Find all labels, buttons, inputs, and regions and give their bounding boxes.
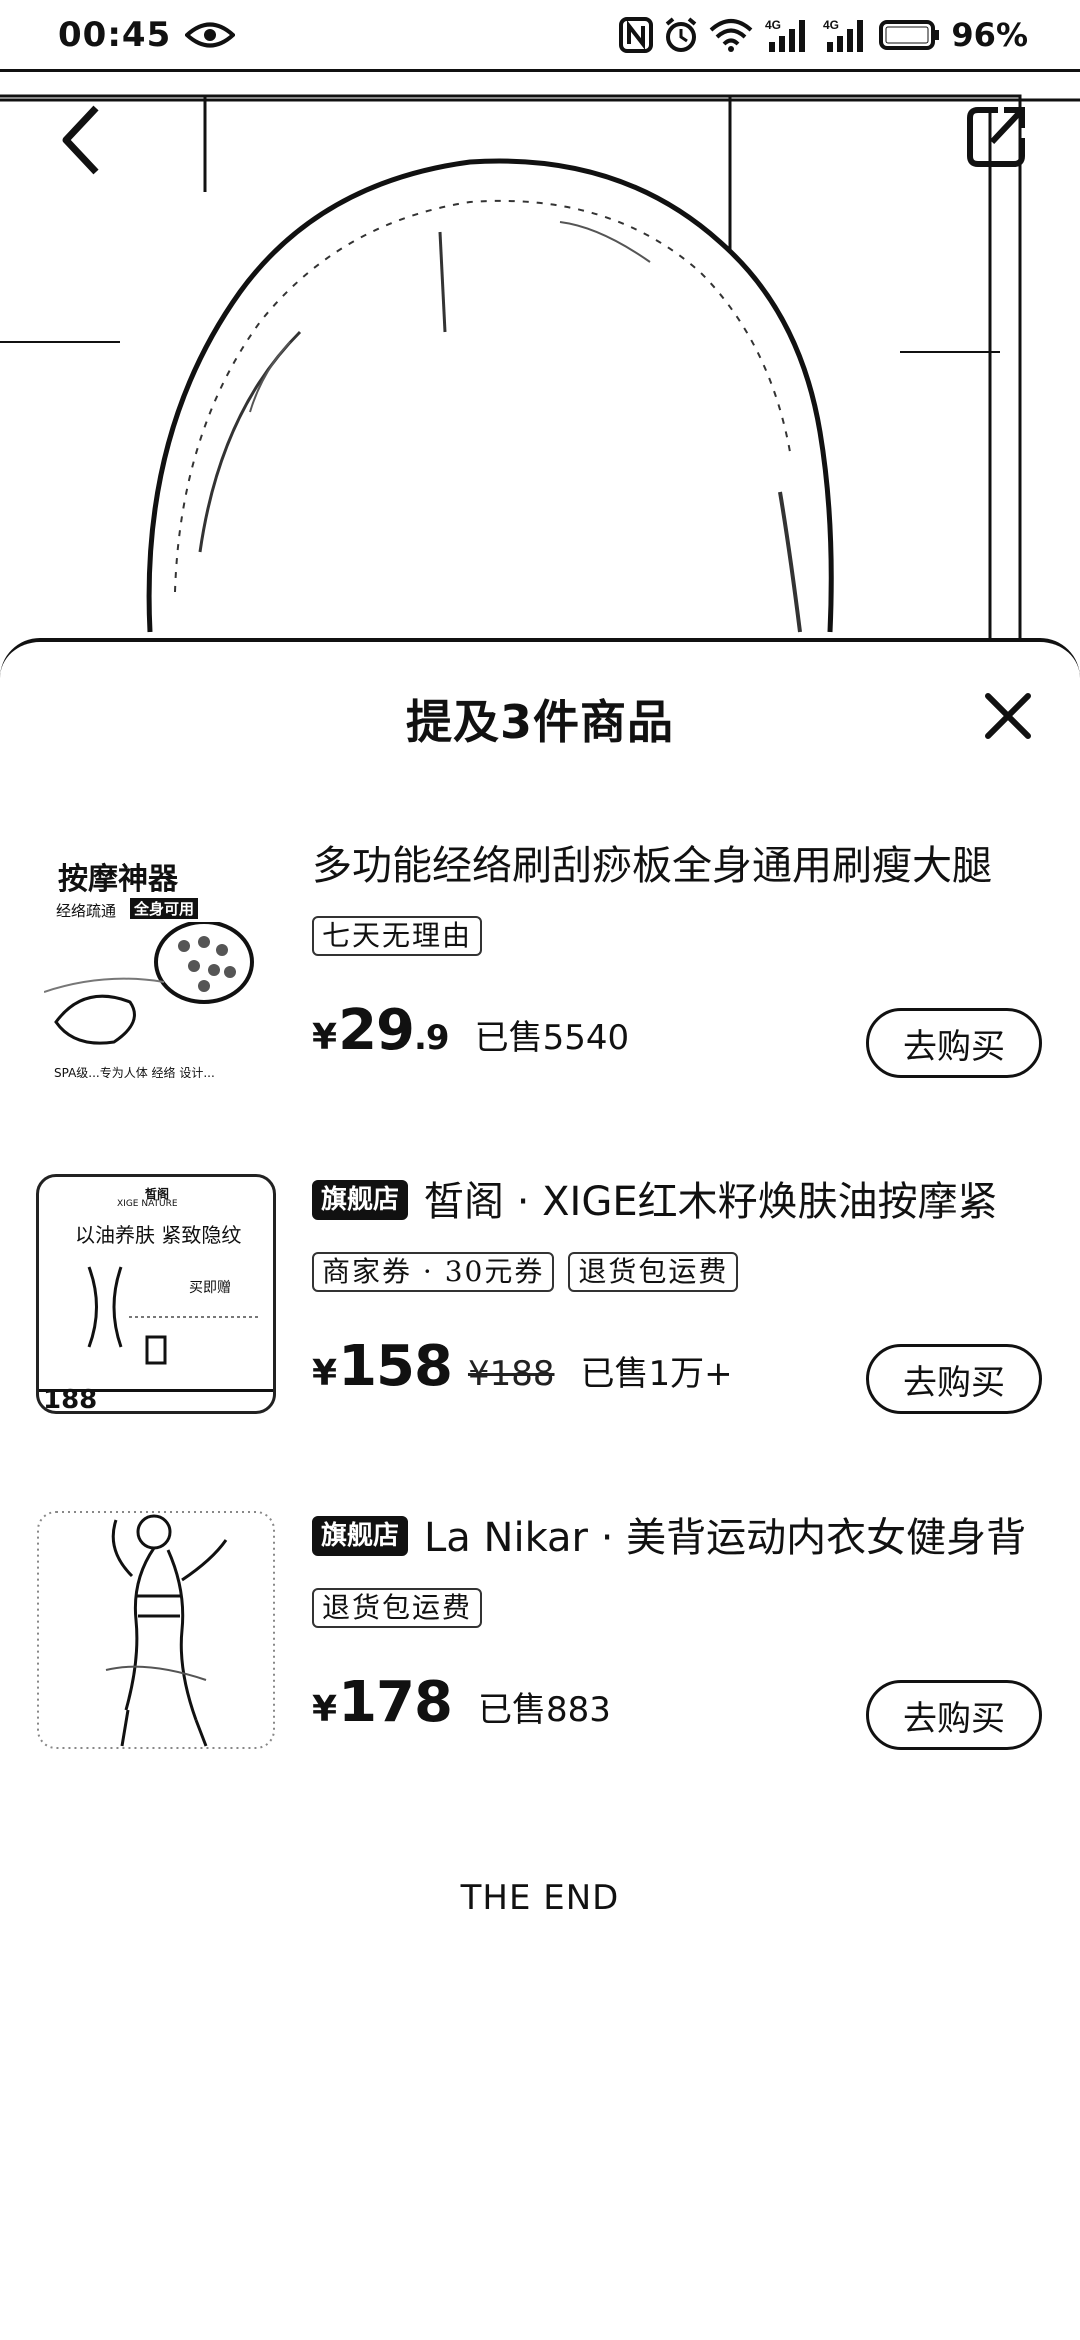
sold-count: 已售883: [477, 1690, 611, 1730]
thumb-text: 经络疏通: [56, 902, 117, 920]
coupon-tag: 商家券 · 30元券: [312, 1252, 555, 1292]
battery-icon: [879, 19, 940, 50]
sold-count: 已售1万+: [580, 1354, 733, 1394]
price: ¥158: [312, 1334, 453, 1399]
thumb-text: 以油养肤 紧致隐纹: [75, 1223, 242, 1247]
buy-button[interactable]: 去购买: [866, 1008, 1042, 1078]
product-item[interactable]: 旗舰店 La Nikar · 美背运动内衣女健身背 退货包运费 ¥178 已售88…: [36, 1510, 1044, 1760]
product-tags: 七天无理由: [312, 916, 483, 956]
product-tags: 退货包运费: [312, 1588, 483, 1628]
nfc-icon: [619, 16, 654, 53]
product-item[interactable]: 皙阁 XIGE NATURE 以油养肤 紧致隐纹 买即赠 188 旗舰店 皙阁 ·…: [36, 1174, 1044, 1424]
buy-button[interactable]: 去购买: [866, 1344, 1042, 1414]
price-row: ¥178 已售883: [312, 1670, 611, 1735]
close-button[interactable]: [980, 688, 1036, 744]
tag-badge: 退货包运费: [312, 1588, 483, 1628]
product-thumbnail[interactable]: [36, 1510, 276, 1750]
tag-badge: 七天无理由: [312, 916, 483, 956]
status-bar: 00:45 4G 4G 96%: [0, 0, 1080, 72]
battery-percent: 96%: [951, 15, 1028, 54]
original-price: ¥188: [467, 1354, 555, 1394]
photo-illustration: [0, 94, 1080, 672]
product-title[interactable]: 多功能经络刷刮痧板全身通用刷瘦大腿: [312, 838, 1042, 898]
oil-product-illustration: [87, 1266, 259, 1365]
flagship-store-badge: 旗舰店: [312, 1180, 409, 1220]
thumb-text: 按摩神器: [58, 862, 178, 897]
wifi-icon: [710, 18, 753, 52]
end-of-list-text: THE END: [460, 1878, 620, 1918]
share-button[interactable]: [962, 100, 1030, 172]
thumb-text: XIGE NATURE: [117, 1199, 178, 1209]
massage-brush-illustration: [44, 922, 254, 1045]
sold-count: 已售5540: [474, 1018, 630, 1058]
status-time: 00:45: [58, 14, 172, 55]
price-row: ¥29.9 已售5540: [312, 998, 629, 1063]
buy-button[interactable]: 去购买: [866, 1680, 1042, 1750]
signal-icon: 4G: [765, 18, 806, 52]
thumb-text: 买即赠: [189, 1280, 231, 1296]
product-item[interactable]: 按摩神器 经络疏通 全身可用 SPA级...专为人体 经络 设计... 多功能经…: [36, 838, 1044, 1088]
sheet-title: 提及3件商品: [405, 695, 674, 749]
svg-text:4G: 4G: [765, 18, 781, 32]
alarm-icon: [666, 16, 697, 52]
svg-text:4G: 4G: [823, 18, 839, 32]
price: ¥178: [312, 1670, 453, 1735]
product-thumbnail[interactable]: 按摩神器 经络疏通 全身可用 SPA级...专为人体 经络 设计...: [36, 838, 276, 1078]
product-title[interactable]: 旗舰店 皙阁 · XIGE红木籽焕肤油按摩紧: [312, 1174, 1042, 1234]
product-title-text: La Nikar · 美背运动内衣女健身背: [424, 1515, 1027, 1561]
screen: 00:45 4G 4G 96% 提及3件商品 按摩神器 经络疏通 全身可用 SP…: [0, 0, 1080, 2340]
thumb-text: SPA级...专为人体 经络 设计...: [54, 1066, 215, 1078]
price: ¥29.9: [312, 998, 450, 1063]
divider: [39, 1389, 273, 1392]
eye-icon: [185, 22, 236, 47]
sports-bra-model-illustration: [37, 1511, 275, 1749]
signal-icon-2: 4G: [823, 18, 864, 52]
thumb-text: 全身可用: [130, 898, 199, 919]
product-title[interactable]: 旗舰店 La Nikar · 美背运动内衣女健身背: [312, 1510, 1042, 1570]
background-photo: [0, 72, 1080, 692]
products-sheet: 提及3件商品 按摩神器 经络疏通 全身可用 SPA级...专为人体 经络 设计.…: [0, 638, 1080, 2340]
price-row: ¥158 ¥188 已售1万+: [312, 1334, 733, 1399]
flagship-store-badge: 旗舰店: [312, 1516, 409, 1556]
product-title-text: 多功能经络刷刮痧板全身通用刷瘦大腿: [312, 843, 992, 889]
tag-badge: 退货包运费: [568, 1252, 739, 1292]
back-button[interactable]: [52, 100, 112, 180]
product-tags: 商家券 · 30元券 退货包运费: [312, 1252, 739, 1292]
product-thumbnail[interactable]: 皙阁 XIGE NATURE 以油养肤 紧致隐纹 买即赠 188: [36, 1174, 276, 1414]
product-title-text: 皙阁 · XIGE红木籽焕肤油按摩紧: [424, 1179, 998, 1225]
